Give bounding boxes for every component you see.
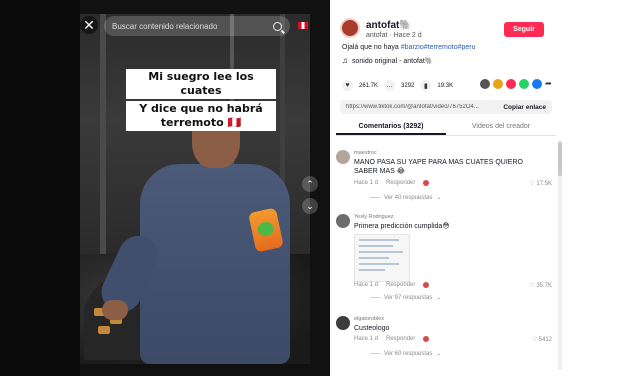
person-body (140, 164, 290, 364)
reply-button[interactable]: Responder (386, 180, 415, 186)
video-link[interactable]: https://www.tiktok.com/@antofat/video/76… (340, 104, 497, 110)
comment-item: maestroc MANO PASA SU YAPE PARA MAS CUAT… (336, 150, 556, 206)
comment-username[interactable]: elgatoroblex (354, 316, 384, 322)
sound-label[interactable]: sonido original - antofat🐘 (352, 57, 433, 65)
facebook-icon[interactable] (532, 79, 542, 89)
chevron-down-icon: ⌄ (436, 295, 442, 301)
comment-text: MANO PASA SU YAPE PARA MAS CUATES QUIERO… (354, 159, 523, 175)
creator-liked-avatar (423, 336, 430, 342)
sound-row[interactable]: ♫ sonido original - antofat🐘 (342, 56, 433, 65)
view-replies-button[interactable]: Ver 40 respuestas ⌄ (370, 194, 441, 201)
share-icons: ➦ (480, 79, 555, 89)
avatar[interactable] (336, 150, 350, 164)
chevron-down-icon: ⌄ (436, 351, 442, 357)
view-replies-label[interactable]: Ver 97 respuestas (384, 295, 432, 301)
comment-time: Hace 1 d (354, 282, 379, 288)
comment-item: Yesly Rodriguez Primera predicción cumpl… (336, 214, 556, 306)
tab-comments[interactable]: Comentarios (3292) (336, 118, 446, 135)
person-hand (102, 300, 128, 320)
comment-like-count: 17.5K (536, 181, 552, 187)
send-icon[interactable] (493, 79, 503, 89)
comment-time: Hace 1 d (354, 336, 379, 342)
comment-meta: Hace 1 d Responder (354, 282, 430, 288)
comment-text: Primera predicción cumplida😳 (354, 223, 450, 230)
repost-icon[interactable] (506, 79, 516, 89)
creator-liked-avatar (423, 180, 430, 186)
search-input[interactable] (112, 21, 273, 31)
tab-creator-videos[interactable]: Videos del creador (446, 118, 556, 135)
video-caption: Mi suegro lee los cuates Y dice que no h… (126, 68, 276, 132)
reply-button[interactable]: Responder (386, 282, 415, 288)
chevron-down-icon: ⌄ (436, 195, 442, 201)
reply-button[interactable]: Responder (386, 336, 415, 342)
comment-image[interactable] (354, 234, 410, 282)
search-bar[interactable] (104, 16, 290, 36)
hashtag-link[interactable]: #barzio (401, 44, 424, 51)
music-note-icon: ♫ (342, 56, 348, 65)
comment-item: elgatoroblex Custeologo Hace 1 d Respond… (336, 316, 556, 366)
tabs: Comentarios (3292) Videos del creador (336, 118, 556, 136)
comment-username[interactable]: maestroc (354, 150, 377, 156)
bookmark-icon[interactable]: ▮ (420, 80, 432, 91)
follow-button[interactable]: Seguir (504, 22, 544, 37)
view-replies-label[interactable]: Ver 40 respuestas (384, 195, 432, 201)
chevron-up-icon[interactable]: ⌃ (302, 176, 318, 192)
author-subtitle: antofat · Hace 2 d (366, 32, 422, 39)
hashtag-link[interactable]: #peru (458, 44, 476, 51)
snack-piece (98, 326, 110, 334)
comment-username[interactable]: Yesly Rodriguez (354, 214, 394, 220)
divider (370, 353, 380, 354)
caption-line-2: Y dice que no habrá terremoto 🇵🇪 (126, 101, 276, 131)
heart-icon[interactable]: ♥ (342, 80, 353, 91)
creator-liked-avatar (423, 282, 430, 288)
link-row: https://www.tiktok.com/@antofat/video/76… (340, 100, 552, 114)
chevron-down-icon[interactable]: ⌄ (302, 198, 318, 214)
post-description: Ojalá que no haya #barzio#terremoto#peru (342, 44, 476, 51)
close-icon[interactable]: ✕ (80, 16, 98, 34)
divider (370, 297, 380, 298)
video-player[interactable]: Mi suegro lee los cuates Y dice que no h… (0, 0, 330, 376)
comment-icon[interactable]: … (384, 80, 396, 91)
hashtag-link[interactable]: #terremoto (424, 44, 458, 51)
share-arrow-icon[interactable]: ➦ (545, 79, 555, 89)
search-icon[interactable] (273, 21, 282, 31)
description-text: Ojalá que no haya (342, 44, 399, 51)
caption-line-1: Mi suegro lee los cuates (126, 69, 276, 99)
stats-row: ♥ 261.7K … 3292 ▮ 19.3K (342, 80, 453, 91)
comment-like-count: 35.7K (536, 283, 552, 289)
author-avatar[interactable] (340, 18, 360, 38)
copy-link-button[interactable]: Copiar enlace (497, 103, 552, 111)
comment-meta: Hace 1 d Responder (354, 180, 430, 186)
comment-text: Custeologo (354, 325, 390, 332)
view-replies-label[interactable]: Ver 60 respuestas (384, 351, 432, 357)
details-panel: antofat🐘 antofat · Hace 2 d Seguir Ojalá… (330, 0, 640, 376)
comment-time: Hace 1 d (354, 180, 379, 186)
divider (370, 197, 380, 198)
view-replies-button[interactable]: Ver 97 respuestas ⌄ (370, 294, 441, 301)
avatar[interactable] (336, 214, 350, 228)
comment-meta: Hace 1 d Responder (354, 336, 430, 342)
comment-like-count: 5412 (538, 337, 552, 343)
saves-count: 19.3K (437, 82, 454, 89)
comment-like[interactable]: ♡ 17.5K (529, 180, 552, 187)
likes-count: 261.7K (359, 82, 379, 89)
comment-like[interactable]: ♡ 5412 (532, 336, 552, 343)
embed-icon[interactable] (480, 79, 490, 89)
flag-icon[interactable] (298, 22, 308, 29)
comments-count: 3292 (401, 82, 415, 89)
video-backdrop (0, 0, 80, 376)
comment-like[interactable]: ♡ 35.7K (529, 282, 552, 289)
author-name[interactable]: antofat🐘 (366, 20, 412, 31)
video-frame[interactable]: Mi suegro lee los cuates Y dice que no h… (80, 14, 310, 364)
avatar[interactable] (336, 316, 350, 330)
scrollbar-thumb[interactable] (558, 142, 562, 176)
view-replies-button[interactable]: Ver 60 respuestas ⌄ (370, 350, 441, 357)
whatsapp-icon[interactable] (519, 79, 529, 89)
